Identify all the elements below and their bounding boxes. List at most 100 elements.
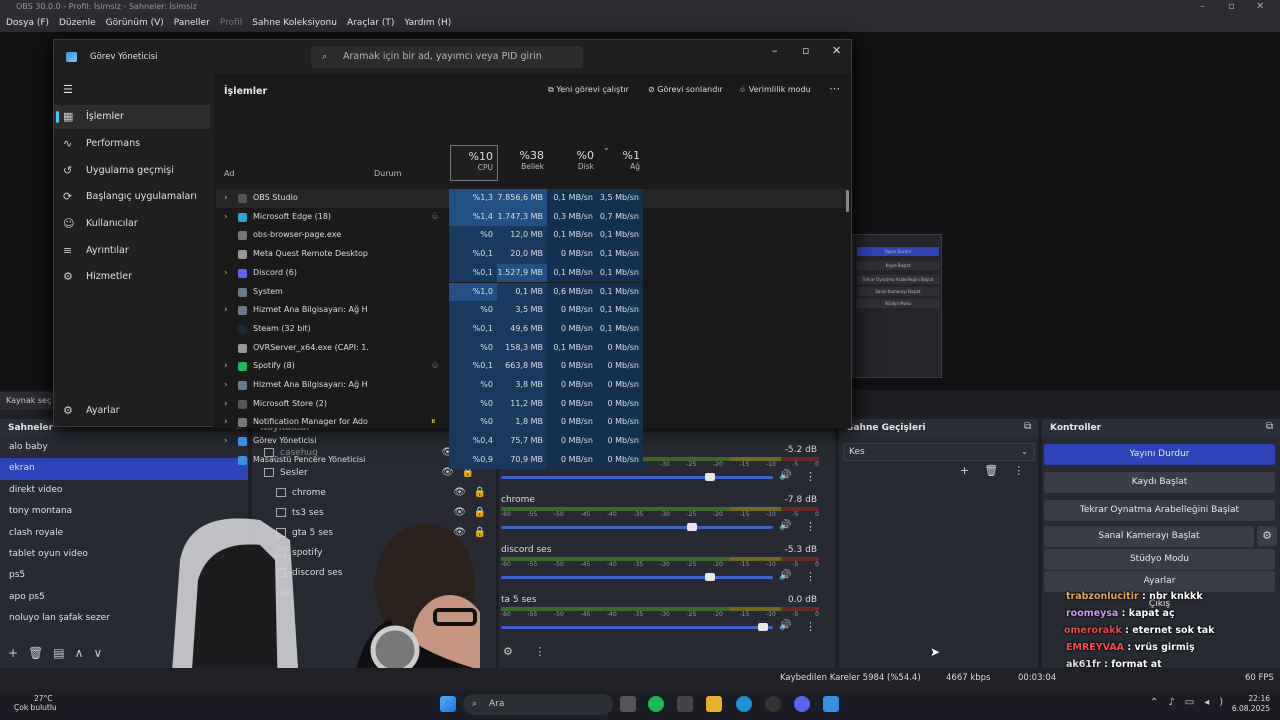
process-row[interactable]: › Hizmet Ana Bilgisayarı: Ağ Hiz... %03,5 … [216, 301, 846, 320]
menu-tools[interactable]: Araçlar (T) [347, 14, 394, 32]
stop-streaming-button[interactable]: Yayını Durdur [1044, 444, 1275, 465]
scene-item[interactable]: ekran [0, 458, 248, 480]
volume-icon[interactable]: 🔊 [779, 520, 791, 531]
process-row[interactable]: obs-browser-page.exe %0 12,0 MB 0,1 MB/sn 0,… [216, 226, 846, 246]
fader-knob[interactable] [705, 473, 716, 481]
process-row[interactable]: Steam (32 bit) %0,1 49,6 MB 0 MB/sn 0,1 Mb/s… [216, 319, 846, 339]
expand-chevron-icon[interactable]: › [224, 264, 228, 283]
add-scene-icon[interactable]: + [8, 646, 18, 660]
expand-chevron-icon[interactable]: › [224, 413, 228, 432]
process-row[interactable]: › Microsoft Store (2) %0 11,2 MB 0 MB/sn 0 Mb… [216, 394, 846, 414]
process-row[interactable]: › Hizmet Ana Bilgisayarı: Ağ Hiz... %03,8 … [216, 376, 846, 395]
menu-help[interactable]: Yardım (H) [404, 14, 451, 32]
expand-chevron-icon[interactable]: › [224, 376, 228, 395]
task-view-icon[interactable] [620, 696, 636, 712]
spotify-icon[interactable] [648, 696, 664, 712]
fader-knob[interactable] [687, 523, 698, 531]
nav-app-history[interactable]: ↺ Uygulama geçmişi [54, 159, 210, 183]
nav-details[interactable]: ≡ Ayrıntılar [54, 239, 210, 263]
efficiency-mode-button[interactable]: ♧ Verimlilik modu [739, 85, 811, 94]
process-row[interactable]: › Microsoft Edge (18) ♧ %1,4 1.747,3 MB 0,3 M… [216, 207, 846, 227]
nav-services[interactable]: ⚙ Hizmetler [54, 265, 210, 289]
taskbar-search[interactable]: ⌕ Ara [463, 694, 613, 715]
process-row[interactable]: OVRServer_x64.exe (CAPI: 1.11.... %0158,3… [216, 338, 846, 358]
scrollbar-thumb[interactable] [846, 190, 849, 212]
obs-icon[interactable] [765, 696, 781, 712]
channel-menu-icon[interactable]: ⋮ [805, 570, 816, 583]
start-recording-button[interactable]: Kaydı Başlat [1044, 472, 1275, 493]
store-icon[interactable] [677, 696, 693, 712]
gear-icon[interactable]: ⚙ [1257, 526, 1277, 546]
more-options-icon[interactable]: ⋯ [829, 82, 840, 95]
volume-icon[interactable]: 🔊 [779, 570, 791, 581]
process-row[interactable]: › Spotify (8) ♧ %0,1 663,8 MB 0 MB/sn 0 Mb/sn [216, 357, 846, 376]
fader-knob[interactable] [757, 623, 768, 631]
channel-menu-icon[interactable]: ⋮ [805, 520, 816, 533]
end-task-button[interactable]: ⊘ Görevi sonlandır [648, 85, 723, 94]
process-row[interactable]: › OBS Studio %1,3 7.856,6 MB 0,1 MB/sn 3,5 Mb… [216, 189, 846, 208]
close-icon[interactable]: ✕ [1256, 0, 1264, 14]
expand-chevron-icon[interactable]: › [224, 189, 228, 208]
menu-view[interactable]: Görünüm (V) [106, 14, 164, 32]
menu-scene-collection[interactable]: Sahne Koleksiyonu [252, 14, 337, 32]
minimize-icon[interactable]: – [1200, 0, 1205, 14]
maximize-icon[interactable]: ▫ [1228, 0, 1235, 14]
volume-fader[interactable] [501, 476, 773, 479]
discord-icon[interactable] [794, 696, 810, 712]
col-name[interactable]: Ad [224, 169, 234, 178]
transition-select[interactable]: Kes ⌄ [843, 443, 1035, 461]
run-new-task-button[interactable]: ⧉ Yeni görevi çalıştır [548, 85, 629, 95]
remove-transition-icon[interactable]: 🗑 [984, 464, 998, 480]
scene-item[interactable]: alo baby [0, 437, 248, 458]
process-row[interactable]: Masaüstü Pencere Yöneticisi %0,9 70,9 MB 0 … [216, 450, 846, 470]
col-disk[interactable]: %0 Disk [548, 149, 598, 171]
nav-users[interactable]: ☺ Kullanıcılar [54, 212, 210, 236]
volume-fader[interactable] [501, 576, 773, 579]
menu-file[interactable]: Dosya (F) [6, 14, 49, 32]
process-row[interactable]: › Görev Yöneticisi %0,4 75,7 MB 0 MB/sn 0 Mb/… [216, 432, 846, 451]
volume-icon[interactable]: 🔊 [779, 620, 791, 631]
col-cpu[interactable]: %10 CPU [450, 145, 498, 181]
close-icon[interactable]: ✕ [832, 44, 841, 57]
move-up-icon[interactable]: ∧ [75, 646, 84, 660]
nav-startup-apps[interactable]: ⟳ Başlangıç uygulamaları [54, 185, 210, 209]
tm-search-input[interactable]: ⌕ Aramak için bir ad, yayımcı veya PID gi… [311, 46, 583, 68]
channel-menu-icon[interactable]: ⋮ [805, 620, 816, 633]
nav-performance[interactable]: ∿ Performans [54, 132, 210, 156]
volume-fader[interactable] [501, 526, 773, 529]
task-manager-icon[interactable] [823, 696, 839, 712]
start-virtual-camera-button[interactable]: Sanal Kamerayı Başlat [1044, 526, 1254, 547]
expand-chevron-icon[interactable]: › [224, 357, 228, 376]
col-memory[interactable]: %38 Bellek [498, 149, 548, 171]
col-status[interactable]: Durum [374, 169, 401, 178]
menu-docks[interactable]: Paneller [174, 14, 210, 32]
volume-fader[interactable] [501, 626, 773, 629]
process-row[interactable]: Meta Quest Remote Desktop.e... %0,120,0 M… [216, 245, 846, 264]
process-row[interactable]: System %1,0 0,1 MB 0,6 MB/sn 0,1 Mb/sn [216, 282, 846, 302]
filter-icon[interactable]: ▤ [53, 646, 64, 660]
nav-processes[interactable]: ▦ İşlemler [54, 105, 210, 129]
minimize-icon[interactable]: – [772, 44, 778, 57]
volume-icon[interactable]: 🔊 [779, 470, 791, 481]
col-network[interactable]: %1 Ağ [598, 149, 644, 171]
folder-icon[interactable] [706, 696, 722, 712]
expand-chevron-icon[interactable]: › [224, 301, 228, 320]
system-tray[interactable]: ⌃♪▭◂) [1150, 697, 1233, 708]
expand-chevron-icon[interactable]: › [224, 395, 228, 414]
start-replay-buffer-button[interactable]: Tekrar Oynatma Arabelleğini Başlat [1044, 500, 1275, 521]
windows-start-icon[interactable] [440, 696, 456, 712]
weather-widget[interactable]: 27°C Çok bulutlu [14, 694, 57, 712]
hamburger-icon[interactable]: ☰ [54, 78, 210, 102]
undock-icon[interactable]: ⧉ [1266, 421, 1273, 432]
mixer-menu-icon[interactable]: ⋮ [534, 645, 545, 658]
menu-profile[interactable]: Profil [220, 14, 242, 32]
channel-menu-icon[interactable]: ⋮ [805, 470, 816, 483]
remove-scene-icon[interactable]: 🗑 [28, 646, 43, 660]
nav-settings[interactable]: ⚙ Ayarlar [54, 399, 210, 423]
menu-edit[interactable]: Düzenle [59, 14, 96, 32]
undock-icon[interactable]: ⧉ [1024, 421, 1031, 432]
clock[interactable]: 22:16 6.08.2025 [1226, 694, 1270, 714]
studio-mode-button[interactable]: Stüdyo Modu [1044, 549, 1275, 570]
expand-chevron-icon[interactable]: › [224, 208, 228, 227]
process-row[interactable]: › Notification Manager for Ado... ⏸ %0 1,8 M… [216, 413, 846, 433]
